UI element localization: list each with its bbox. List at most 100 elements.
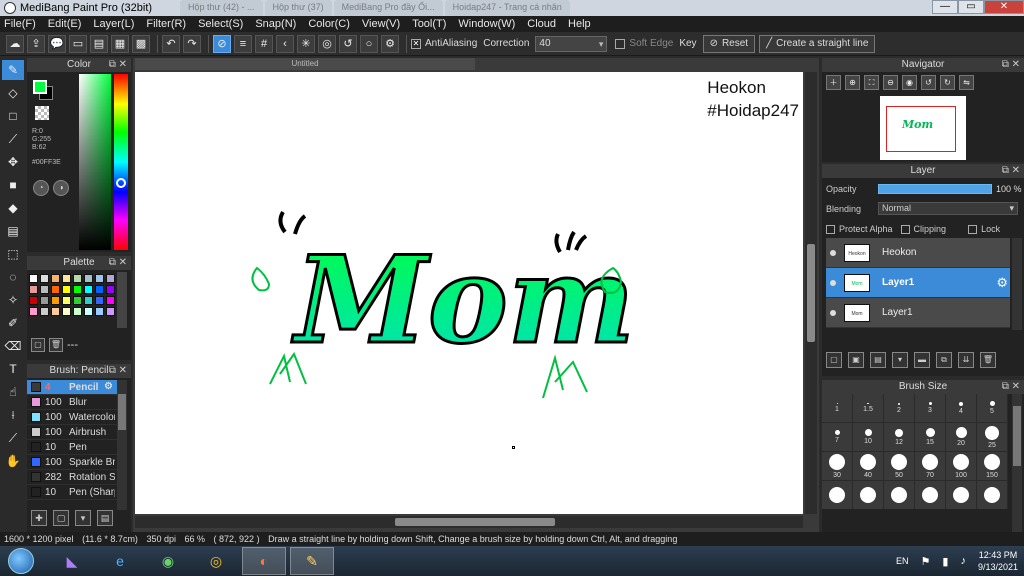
brush-scrollbar[interactable] [117,380,127,510]
medibang-icon[interactable]: ◐ [242,547,286,575]
brush-size-cell[interactable]: 30 [822,452,852,480]
circle-snap-icon[interactable]: ◎ [318,34,336,53]
antialias-checkbox[interactable]: ✕ [411,38,421,49]
bucket-tool-icon[interactable]: ◆ [2,198,24,218]
menu-color[interactable]: Color(C) [308,18,350,30]
opacity-slider[interactable] [878,184,992,194]
rotate-left-icon[interactable]: ↺ [921,75,936,90]
palette-swatch[interactable] [29,274,38,283]
brush-size-cell[interactable] [822,481,852,509]
drawing-canvas[interactable]: Heokon #Hoidap247 Mom [135,72,803,514]
brush-size-cell[interactable]: 1.5 [853,394,883,422]
menu-help[interactable]: Help [568,18,591,30]
brush-item[interactable]: 100 Airbrush [27,425,117,440]
palette-swatch[interactable] [40,285,49,294]
lasso-tool-icon[interactable]: ◌ [2,267,24,287]
zoom-in-icon[interactable]: ＋ [826,75,841,90]
brush-size-cell[interactable]: 150 [977,452,1007,480]
brush-size-cell[interactable]: 40 [853,452,883,480]
new-layer-icon[interactable]: ▢ [826,352,842,368]
monitor-icon[interactable]: ▭ [69,34,87,53]
zoom-out-icon[interactable]: ⊖ [883,75,898,90]
delete-layer-icon[interactable]: 🗑 [980,352,996,368]
panel-close-icon[interactable]: ⧉ ✕ [109,256,127,270]
brush-menu-icon[interactable]: ▾ [75,510,91,526]
transparent-color-swatch[interactable] [35,106,49,120]
brush-settings-gear-icon[interactable]: ⚙ [104,381,113,392]
palette-swatch[interactable] [62,296,71,305]
menu-file[interactable]: File(F) [4,18,36,30]
layers-icon[interactable]: ▦ [111,34,129,53]
cross-snap-icon[interactable]: # [255,34,273,53]
menu-select[interactable]: Select(S) [198,18,243,30]
move-tool-icon[interactable]: ✥ [2,152,24,172]
duplicate-layer-icon[interactable]: ⧉ [936,352,952,368]
brush-item[interactable]: 10 Pen (Sharp) [27,485,117,500]
palette-swatch[interactable] [84,274,93,283]
brush-size-cell[interactable]: 12 [884,423,914,451]
layer-row[interactable]: Heokon #Hoidap247 Heokon [826,238,1010,268]
brush-size-cell[interactable]: 15 [915,423,945,451]
visibility-icon[interactable] [830,249,836,256]
operation-tool-icon[interactable]: ☝ [2,382,24,402]
brush-tool-icon[interactable]: ✎ [2,60,24,80]
cloud-icon[interactable]: ☁ [6,34,24,53]
color-mix-icon[interactable]: ◑ [53,180,69,196]
brush-size-cell[interactable]: 10 [853,423,883,451]
layer-scrollbar[interactable] [1012,238,1022,330]
no-snap-icon[interactable]: ⊘ [213,34,231,53]
grid-icon[interactable]: ▩ [132,34,150,53]
maximize-button[interactable]: ▭ [958,0,984,14]
palette-swatch[interactable] [95,296,104,305]
palette-swatch[interactable] [106,307,115,316]
radial-snap-icon[interactable]: ✳ [297,34,315,53]
parallel-snap-icon[interactable]: ≡ [234,34,252,53]
tray-network-icon[interactable]: ▮ [942,555,948,568]
correction-select[interactable]: 40 [535,35,608,52]
palette-swatch[interactable] [51,285,60,294]
palette-swatch[interactable] [73,296,82,305]
clock[interactable]: 12:43 PM 9/13/2021 [978,549,1018,573]
brush-size-cell[interactable] [915,481,945,509]
comment-icon[interactable]: 💬 [48,34,66,53]
panel-close-icon[interactable]: ⧉ ✕ [109,58,127,72]
circle-icon[interactable]: ○ [360,34,378,53]
dot-tool-icon[interactable]: ⟋ [2,129,24,149]
brush-size-cell[interactable]: 3 [915,394,945,422]
panel-close-icon[interactable]: ⧉ ✕ [1002,164,1020,178]
brush-size-cell[interactable]: 1 [822,394,852,422]
menu-filter[interactable]: Filter(R) [146,18,186,30]
merge-layer-icon[interactable]: ⇊ [958,352,974,368]
delete-color-icon[interactable]: 🗑 [49,338,63,352]
save-icon[interactable]: ▤ [90,34,108,53]
rotate-right-icon[interactable]: ↻ [940,75,955,90]
close-button[interactable]: ✕ [984,0,1024,14]
internet-explorer-icon[interactable]: e [98,547,142,575]
brush-size-cell[interactable]: 2 [884,394,914,422]
layer-row-selected[interactable]: Mom Layer1 ⚙ [826,268,1010,298]
new-1bit-layer-icon[interactable]: ▤ [870,352,886,368]
brush-size-cell[interactable]: 20 [946,423,976,451]
brush-size-cell[interactable] [946,481,976,509]
magic-wand-tool-icon[interactable]: ✧ [2,290,24,310]
eyedropper-tool-icon[interactable]: ⟊ [2,405,24,425]
palette-swatch[interactable] [29,296,38,305]
new-halftone-layer-icon[interactable]: ▣ [848,352,864,368]
brush-item-selected[interactable]: 4 Pencil ⚙ [27,380,117,395]
brush-size-cell[interactable]: 7 [822,423,852,451]
hand-tool-icon[interactable]: ✋ [2,451,24,471]
visibility-icon[interactable] [830,309,836,316]
brush-size-cell[interactable]: 4 [946,394,976,422]
palette-swatch[interactable] [51,307,60,316]
panel-close-icon[interactable]: ⧉ ✕ [1002,58,1020,72]
vanish-snap-icon[interactable]: ‹ [276,34,294,53]
undo-icon[interactable]: ↶ [162,34,180,53]
palette-swatch[interactable] [62,274,71,283]
panel-close-icon[interactable]: ⧉ ✕ [109,364,127,378]
horizontal-scrollbar[interactable] [135,516,803,528]
brush-size-cell[interactable] [977,481,1007,509]
paint-icon[interactable]: ✎ [290,547,334,575]
menu-layer[interactable]: Layer(L) [93,18,134,30]
navigator-thumbnail[interactable]: Mom [880,96,966,160]
saturation-value-picker[interactable] [79,74,111,250]
